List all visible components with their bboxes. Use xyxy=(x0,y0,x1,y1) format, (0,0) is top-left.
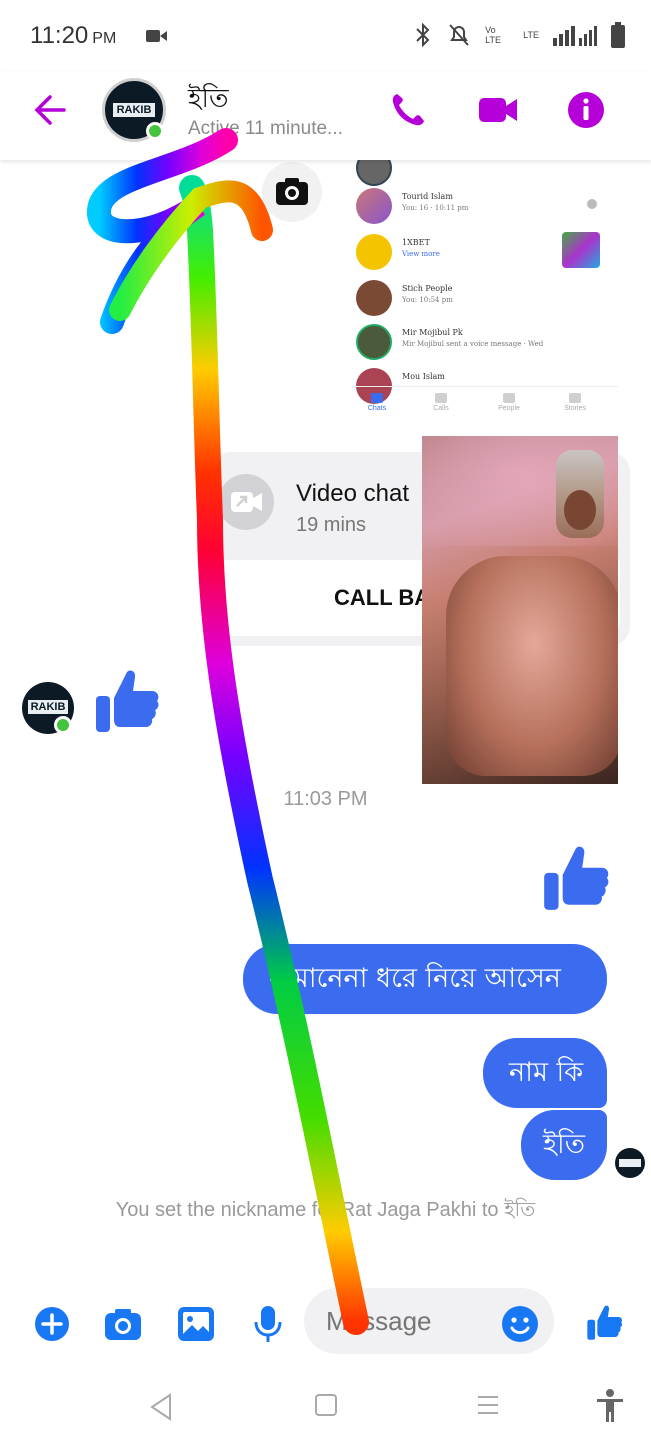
save-photo-button[interactable] xyxy=(262,162,322,222)
message-thread[interactable]: Tourid Islam You: 16 · 10:11 pm 1XBET Vi… xyxy=(0,160,651,1290)
back-arrow-icon[interactable] xyxy=(30,90,70,130)
nickname-system-message: You set the nickname for Rat Jaga Pakhi … xyxy=(115,1199,536,1221)
status-bar: 11:20 PM Vo LTE LTE xyxy=(0,0,651,72)
screenshot-tab-label: Stories xyxy=(564,405,586,412)
message-timestamp: 11:03 PM xyxy=(283,788,368,810)
status-ampm: PM xyxy=(92,30,117,47)
system-navigation-bar xyxy=(0,1370,651,1448)
screenshot-tab-label: Calls xyxy=(433,405,449,412)
thumbs-up-icon xyxy=(96,670,159,732)
message-composer xyxy=(0,1286,651,1366)
screenshot-avatar xyxy=(356,188,392,224)
screenshot-avatar xyxy=(356,280,392,316)
screenshot-tab-label: Chats xyxy=(367,405,387,412)
screenshot-row-message: You: 16 · 10:11 pm xyxy=(402,204,469,212)
nav-back-icon[interactable] xyxy=(148,1392,174,1422)
screenshot-row-message: You: 10:54 pm xyxy=(402,296,453,304)
plus-icon[interactable] xyxy=(32,1304,72,1344)
screenshot-tab: People xyxy=(484,393,534,412)
call-log-duration: 19 mins xyxy=(296,514,367,536)
seen-avatar-logo xyxy=(619,1159,641,1167)
call-log-title: Video chat xyxy=(296,480,409,507)
screenshot-tabbar: Chats Calls People Stories xyxy=(352,386,618,426)
screenshot-avatar xyxy=(356,234,392,270)
emoji-icon[interactable] xyxy=(500,1304,540,1344)
video-call-photo[interactable] xyxy=(422,436,618,784)
video-chat-icon xyxy=(218,474,274,530)
screenshot-row-badge: View more xyxy=(402,250,440,258)
sent-message-bubble[interactable]: ইতি xyxy=(521,1110,607,1180)
contact-status: Active 11 minute... xyxy=(188,118,343,139)
nav-home-icon[interactable] xyxy=(314,1392,338,1418)
screenshot-tab: Calls xyxy=(416,393,466,412)
voice-call-icon[interactable] xyxy=(386,88,430,132)
online-indicator xyxy=(146,122,164,140)
sent-message-bubble[interactable]: ন মানেনা ধরে নিয়ে আসেন xyxy=(243,944,607,1014)
accessibility-icon[interactable] xyxy=(594,1388,626,1424)
screenshot-ad-thumb xyxy=(562,232,600,268)
status-time: 11:20 PM xyxy=(30,22,116,50)
screenshot-tab: Stories xyxy=(550,393,600,412)
battery-icon xyxy=(611,22,625,48)
screenshot-row: Mir Mojibul Pk Mir Mojibul sent a voice … xyxy=(356,320,606,364)
screenshot-tab-label: People xyxy=(498,405,520,412)
send-like-icon[interactable] xyxy=(584,1302,624,1342)
avatar-logo-text: RAKIB xyxy=(28,700,68,714)
bluetooth-icon xyxy=(416,22,430,48)
screenshot-tab: Chats xyxy=(352,393,402,412)
screenshot-row-name: Mou Islam xyxy=(402,372,445,381)
sent-message-bubble[interactable]: নাম কি xyxy=(483,1038,607,1108)
avatar-logo-text: RAKIB xyxy=(113,103,155,117)
seen-check-icon xyxy=(587,199,597,209)
screenshot-row-name: Mir Mojibul Pk xyxy=(402,328,463,337)
self-view-face xyxy=(564,490,596,530)
camera-icon xyxy=(276,178,308,205)
seen-receipt-avatar xyxy=(615,1148,645,1178)
screenshot-row: Stich People You: 10:54 pm xyxy=(356,276,606,320)
screenshot-row-name: 1XBET xyxy=(402,238,430,247)
screenshot-avatar xyxy=(356,324,392,360)
contact-name[interactable]: ইতি xyxy=(188,78,228,122)
mute-bell-icon xyxy=(449,24,469,46)
conversation-header: RAKIB ইতি Active 11 minute... xyxy=(0,72,651,160)
screenshot-row: Tourid Islam You: 16 · 10:11 pm xyxy=(356,184,606,228)
info-icon[interactable] xyxy=(564,88,608,132)
video-recording-icon xyxy=(146,30,167,42)
self-view-thumbnail[interactable] xyxy=(556,450,604,538)
screenshot-row-name: Stich People xyxy=(402,284,453,293)
screenshot-row-message: Mir Mojibul sent a voice message · Wed xyxy=(402,340,544,348)
status-time-value: 11:20 xyxy=(30,22,89,49)
screenshot-avatar xyxy=(356,160,392,186)
screenshot-row: 1XBET View more xyxy=(356,230,606,274)
status-icons: Vo LTE LTE xyxy=(413,22,625,48)
camera-icon[interactable] xyxy=(103,1304,143,1344)
face-shape xyxy=(446,556,618,776)
gallery-icon[interactable] xyxy=(176,1304,216,1344)
shared-screenshot-image[interactable]: Tourid Islam You: 16 · 10:11 pm 1XBET Vi… xyxy=(352,160,618,432)
volte-label: Vo LTE xyxy=(485,25,501,45)
lte-label: LTE xyxy=(523,30,539,40)
microphone-icon[interactable] xyxy=(248,1304,288,1344)
signal-icon xyxy=(553,26,597,46)
nav-recents-icon[interactable] xyxy=(476,1392,500,1418)
thumbs-up-icon xyxy=(544,846,609,910)
online-indicator xyxy=(54,716,72,734)
screenshot-row-name: Tourid Islam xyxy=(402,192,453,201)
video-call-icon[interactable] xyxy=(476,88,520,132)
